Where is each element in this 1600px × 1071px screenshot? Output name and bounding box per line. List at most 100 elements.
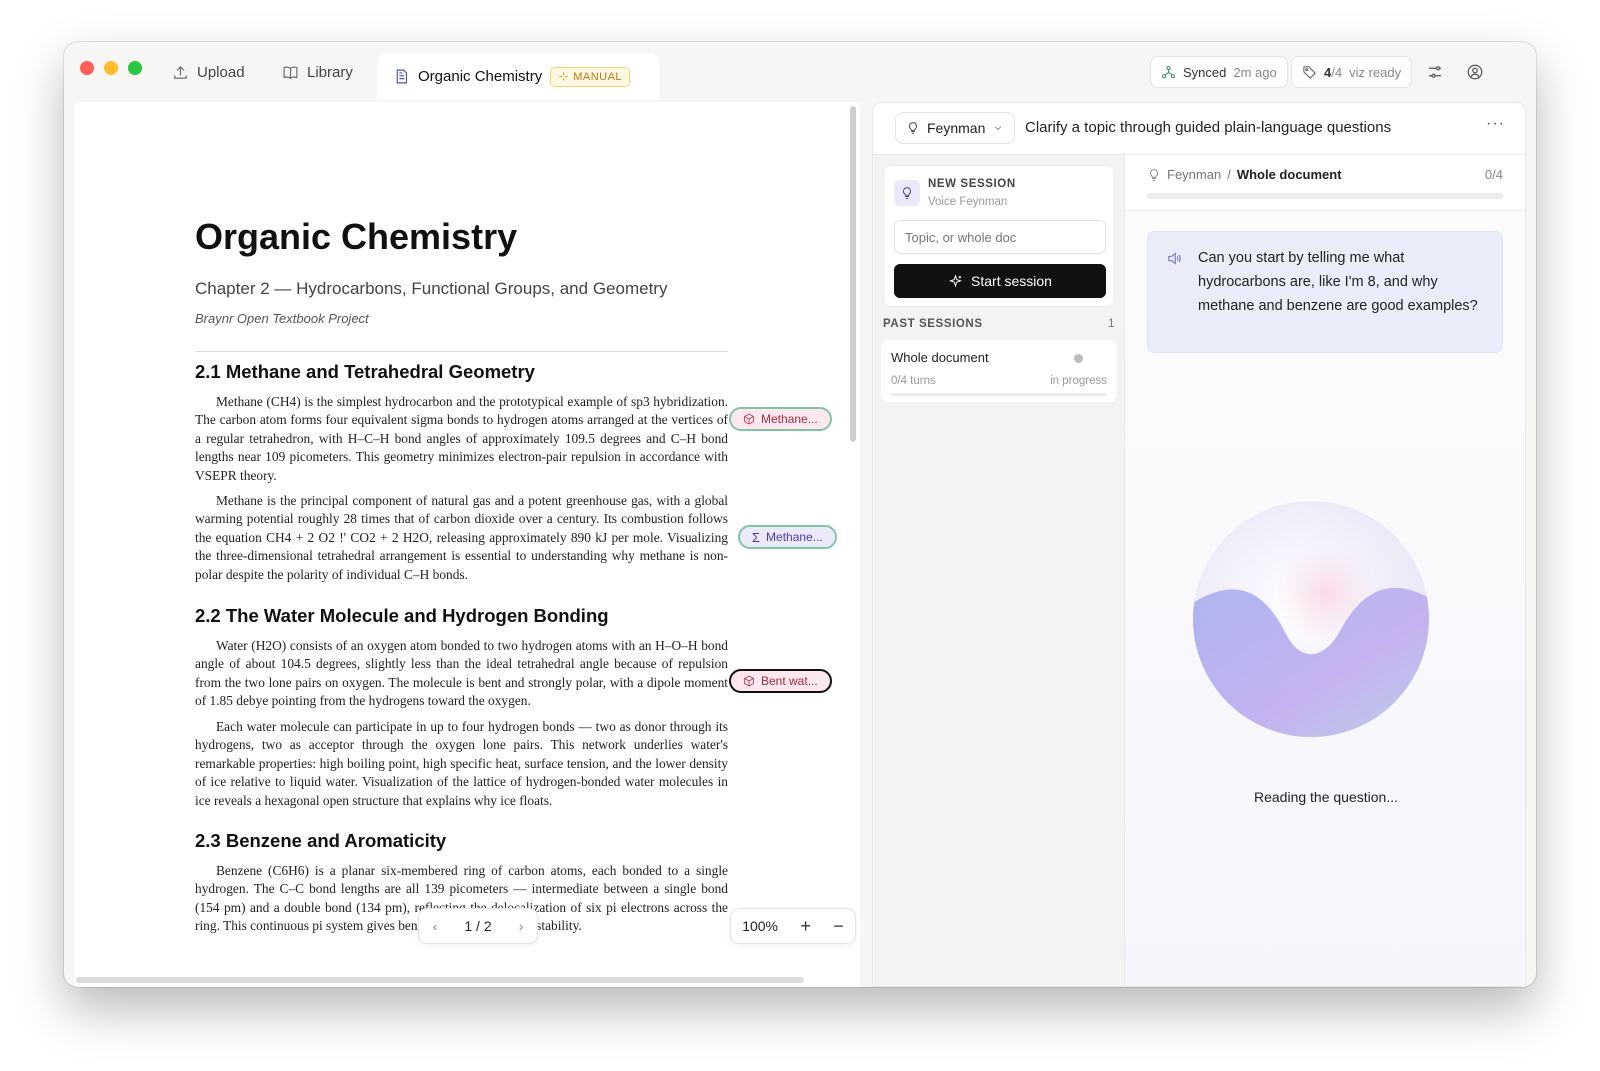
new-session-title: NEW SESSION [928,178,1016,190]
more-options-button[interactable]: ··· [1486,115,1505,133]
book-icon [283,66,298,79]
cube-icon [744,675,754,687]
lightbulb-icon [903,187,911,199]
sparkle-icon [948,273,963,287]
assistant-panel: Feynman Clarify a topic through guided p… [872,102,1526,987]
annotation-bent-water[interactable]: Bent wat... [729,669,832,693]
chevron-down-icon [995,126,1002,131]
close-window-button[interactable] [80,61,94,75]
tab-upload-label: Upload [197,63,245,81]
section-heading: 2.2 The Water Molecule and Hydrogen Bond… [195,605,609,626]
annotation-methane-equation[interactable]: Σ Methane... [738,525,837,549]
new-session-icon [894,180,920,206]
document-publisher: Braynr Open Textbook Project [195,311,369,326]
document-viewer[interactable]: Organic Chemistry Chapter 2 — Hydrocarbo… [74,102,860,987]
mode-label: Feynman [927,120,986,136]
breadcrumb-separator: / [1227,167,1231,182]
section-heading: 2.3 Benzene and Aromaticity [195,830,447,851]
cube-icon [744,413,754,425]
app-window: Upload Library Organic Chemistry MANUAL … [64,42,1536,987]
viz-status[interactable]: 4/4 viz ready [1291,56,1413,88]
paragraph: Each water molecule can participate in u… [195,719,728,808]
question-bubble: Can you start by telling me what hydroca… [1147,231,1503,353]
orb-status: Reading the question... [1254,789,1398,805]
voice-orb[interactable] [1191,499,1431,739]
minimize-window-button[interactable] [104,61,118,75]
horizontal-scrollbar[interactable] [76,977,804,983]
past-session-item[interactable]: Whole document 0/4 turns in progress [881,340,1117,402]
topic-input[interactable] [894,220,1106,254]
manual-badge: MANUAL [550,66,631,87]
page-indicator: 1 / 2 [464,918,492,934]
document-divider [195,351,728,352]
annotation-label: Methane... [766,530,823,544]
breadcrumb-mode[interactable]: Feynman [1167,167,1221,182]
title-bar: Upload Library Organic Chemistry MANUAL … [64,42,1536,100]
past-sessions-count: 1 [1108,318,1115,330]
past-session-title: Whole document [891,350,989,365]
viz-count: 4/4 [1324,65,1342,80]
conversation-progress [1147,193,1503,199]
start-session-label: Start session [971,273,1052,289]
maximize-window-button[interactable] [128,61,142,75]
document-title: Organic Chemistry [195,216,518,257]
tab-active-label: Organic Chemistry [418,68,543,85]
past-session-status: in progress [1050,375,1107,387]
zoom-level: 100% [742,918,778,934]
account-button[interactable] [1461,58,1489,86]
paragraph: Methane (CH4) is the simplest hydrocarbo… [195,394,728,483]
new-session-subtitle: Voice Feynman [928,196,1008,208]
viz-total: /4 [1331,64,1343,80]
past-sessions-title: PAST SESSIONS [883,318,983,330]
assistant-header: Feynman Clarify a topic through guided p… [873,103,1525,155]
paragraph: Water (H2O) consists of an oxygen atom b… [195,638,728,709]
sigma-icon: Σ [752,529,761,545]
breadcrumb-scope: Whole document [1236,167,1342,182]
annotation-label: Methane... [761,412,818,426]
mode-dropdown[interactable]: Feynman [895,112,1016,144]
tab-library-label: Library [307,63,353,81]
prev-page-button[interactable]: ‹ [433,918,438,934]
sync-icon [1162,65,1175,78]
speaker-icon[interactable] [1166,250,1183,267]
annotation-label: Bent wat... [761,674,818,688]
turn-counter: 0/4 [1484,167,1503,182]
tab-upload[interactable]: Upload [158,53,259,91]
tab-organic-chemistry[interactable]: Organic Chemistry MANUAL [377,53,659,100]
upload-icon [174,65,187,79]
question-text: Can you start by telling me what hydroca… [1198,250,1478,314]
zoom-control: 100% + − [730,908,856,944]
manual-badge-label: MANUAL [573,70,623,83]
sync-time: 2m ago [1233,64,1277,80]
sliders-icon [1429,66,1441,78]
document-icon [396,69,408,84]
viz-label: viz ready [1349,64,1402,80]
paragraph: Methane is the principal component of na… [195,493,728,582]
past-session-progress [891,393,1107,396]
past-session-turns: 0/4 turns [891,375,936,387]
page-navigator: ‹ 1 / 2 › [418,908,538,944]
annotation-methane-model[interactable]: Methane... [729,407,832,431]
tab-library[interactable]: Library [268,53,367,91]
settings-button[interactable] [1421,58,1449,86]
lightbulb-icon [909,122,917,134]
sync-status[interactable]: Synced 2m ago [1150,56,1288,88]
section-heading: 2.1 Methane and Tetrahedral Geometry [195,361,535,382]
document-chapter: Chapter 2 — Hydrocarbons, Functional Gro… [195,279,668,298]
sync-label: Synced [1183,64,1227,80]
zoom-in-button[interactable]: + [800,916,811,937]
conversation-header: Feynman / Whole document 0/4 [1125,155,1525,211]
sparkle-icon [559,72,568,81]
breadcrumb: Feynman / Whole document [1147,167,1342,182]
sessions-sidebar: NEW SESSION Voice Feynman Start session … [873,155,1125,986]
new-session-card: NEW SESSION Voice Feynman Start session [883,165,1115,307]
user-circle-icon [1467,64,1483,80]
conversation-area: Feynman / Whole document 0/4 Can you sta… [1125,155,1525,986]
zoom-out-button[interactable]: − [833,916,844,937]
start-session-button[interactable]: Start session [894,264,1106,298]
tag-icon [1303,65,1316,79]
status-dot [1074,354,1083,363]
mode-description: Clarify a topic through guided plain-lan… [1025,119,1392,136]
next-page-button[interactable]: › [519,918,524,934]
vertical-scrollbar[interactable] [850,106,856,442]
